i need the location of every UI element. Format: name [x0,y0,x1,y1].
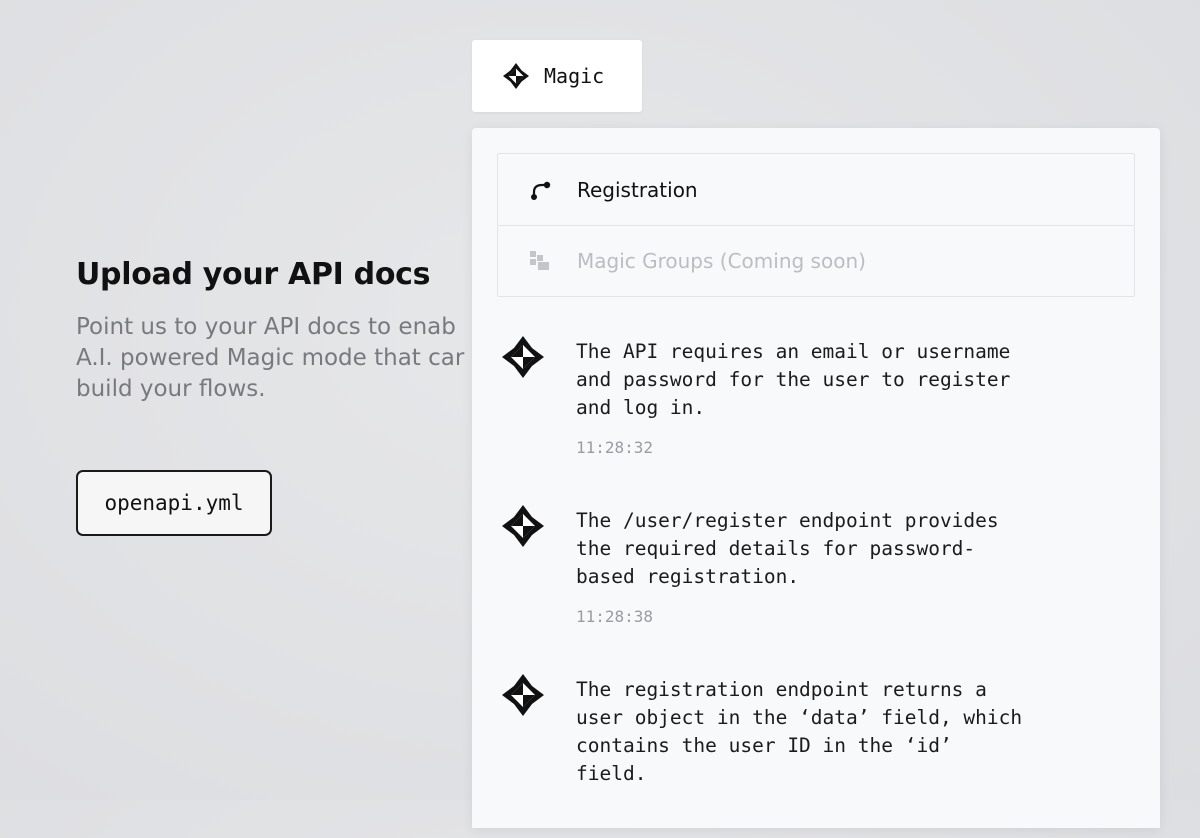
tab-magic[interactable]: Magic [472,40,642,112]
menu-item-label: Registration [577,177,698,202]
message-list: The API requires an email or username an… [502,336,1132,838]
magic-icon [502,674,544,716]
upload-title: Upload your API docs [76,257,431,292]
message-text: The API requires an email or username an… [576,340,1011,419]
tab-magic-label: Magic [544,64,605,88]
message-text: The registration endpoint returns a user… [576,678,1023,785]
groups-icon [528,249,552,273]
upload-description: Point us to your API docs to enab A.I. p… [76,314,465,402]
menu-item-registration[interactable]: Registration [498,154,1134,225]
message: The API requires an email or username an… [502,336,1132,457]
message: The registration endpoint returns a user… [502,674,1132,788]
magic-icon [502,505,544,547]
menu-item-magic-groups: Magic Groups (Coming soon) [498,225,1134,296]
message-timestamp: 11:28:32 [576,438,654,457]
magic-panel: Registration Magic Groups (Coming soon) [472,128,1160,828]
message: The /user/register endpoint provides the… [502,505,1132,626]
upload-section: Upload your API docs Point us to your AP… [76,256,496,405]
flow-menu: Registration Magic Groups (Coming soon) [497,153,1135,297]
flow-icon [528,178,552,202]
magic-icon [503,63,529,89]
message-timestamp: 11:28:38 [576,607,654,626]
message-text: The /user/register endpoint provides the… [576,509,999,588]
file-chip-openapi[interactable]: openapi.yml [76,470,272,536]
menu-item-label: Magic Groups (Coming soon) [577,249,866,273]
magic-icon [502,336,544,378]
file-name: openapi.yml [104,491,244,515]
